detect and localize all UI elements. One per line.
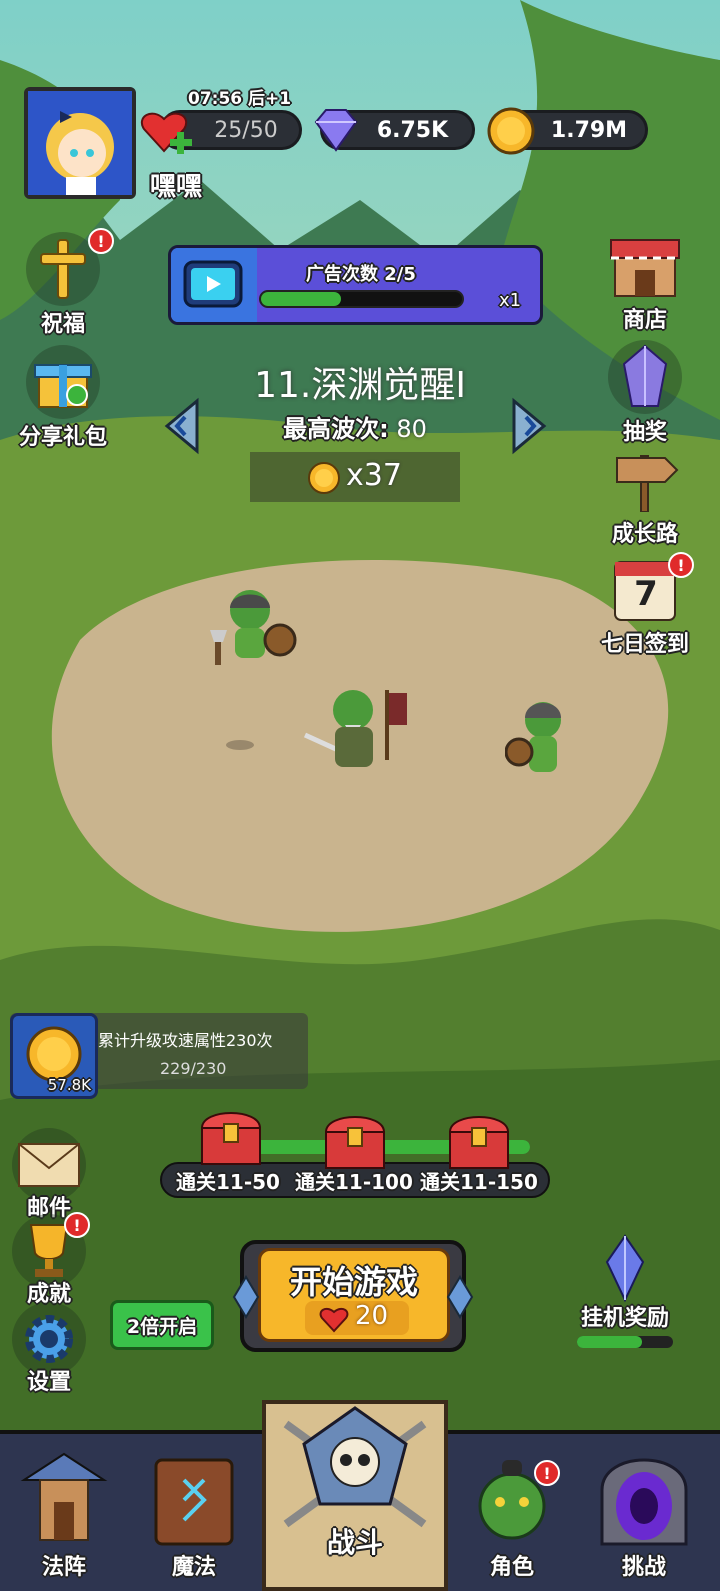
ad-video-icon-bg [171, 248, 257, 322]
start-right-gem-icon [446, 1275, 474, 1319]
envelope-icon [18, 1143, 80, 1187]
avatar-girl-icon [28, 91, 132, 195]
tower-icon [20, 1452, 108, 1541]
lottery-bg [608, 340, 682, 414]
signpost-icon [616, 455, 679, 513]
orc-chief-enemy[interactable] [295, 675, 410, 790]
stage-prev-arrow-icon[interactable] [163, 397, 201, 455]
double-open-button[interactable]: 2倍开启 [110, 1300, 214, 1350]
stage-title: 11.深渊觉醒I [254, 365, 466, 406]
orc-helmet-enemy[interactable] [505, 690, 580, 790]
stamina-value: 25/50 [214, 117, 278, 143]
double-open-label: 2倍开启 [126, 1315, 198, 1338]
gear-icon [25, 1315, 73, 1363]
lottery-label: 抽奖 [622, 420, 667, 445]
nav-formation[interactable]: 法阵 [4, 1440, 124, 1591]
growth-path-label: 成长路 [611, 522, 678, 547]
nav-character[interactable]: 角色 ! [452, 1440, 572, 1591]
settings-button[interactable]: 设置 [0, 1302, 104, 1396]
chest-1-icon[interactable] [196, 1104, 266, 1168]
quest-text: 累计升级攻速属性230次 [98, 1031, 273, 1050]
stage-coin-icon [308, 462, 340, 494]
achievement-alert-badge: ! [64, 1212, 90, 1238]
share-gift-bg [26, 345, 100, 419]
ad-progress-track [259, 290, 464, 308]
bless-label: 祝福 [40, 312, 85, 337]
nav-character-alert-badge: ! [534, 1460, 560, 1486]
idle-reward-button[interactable]: 挂机奖励 [565, 1232, 685, 1352]
start-game-button[interactable]: 开始游戏 20 [258, 1248, 450, 1342]
idle-progress-fill [577, 1336, 643, 1348]
share-gift-button[interactable]: 分享礼包 [8, 345, 118, 451]
player-name: 嘿嘿 [150, 172, 203, 202]
best-wave-value: 80 [396, 415, 427, 443]
seven-day-signin-button[interactable]: 7 七日签到 ! [590, 552, 700, 658]
quest-reward-box[interactable]: 57.8K [10, 1013, 98, 1099]
nav-magic-label: 魔法 [171, 1555, 216, 1580]
chest-2-label: 通关11-100 [295, 1170, 413, 1194]
seven-day-alert-badge: ! [668, 552, 694, 578]
start-game-label: 开始游戏 [289, 1263, 418, 1301]
game-scene: 嘿嘿 07:56 后+1 25/50 6.75K 1.79M 祝福 ! 分享礼包… [0, 0, 720, 1591]
stage-coin-reward: x37 [346, 458, 402, 493]
share-gift-label: 分享礼包 [18, 425, 107, 450]
nav-magic[interactable]: 魔法 [134, 1440, 254, 1591]
nav-challenge-label: 挑战 [621, 1555, 666, 1580]
orc-shield-enemy[interactable] [205, 580, 300, 680]
shop-icon [610, 239, 680, 297]
quest-progress: 229/230 [160, 1059, 227, 1078]
spellbook-icon [154, 1458, 234, 1546]
gold-coin-icon [487, 107, 535, 155]
best-wave-row: 最高波次: 80 [200, 409, 510, 444]
achievement-button[interactable]: 成就 ! [0, 1212, 104, 1308]
nav-character-label: 角色 [489, 1555, 534, 1580]
settings-label: 设置 [26, 1370, 71, 1395]
chest-3-icon[interactable] [444, 1108, 514, 1172]
calendar-number: 7 [634, 574, 658, 614]
shop-label: 商店 [622, 308, 667, 333]
bless-button[interactable]: 祝福 ! [8, 228, 118, 338]
start-left-gem-icon [232, 1275, 260, 1319]
lottery-button[interactable]: 抽奖 [590, 340, 700, 446]
quest-reward-value: 57.8K [47, 1076, 91, 1094]
ad-progress-fill [261, 292, 342, 306]
avatar[interactable] [24, 87, 136, 199]
best-wave-label: 最高波次: [283, 415, 389, 443]
nav-formation-label: 法阵 [41, 1555, 86, 1580]
start-cost-row: 20 [305, 1301, 409, 1335]
seven-day-label: 七日签到 [600, 632, 689, 657]
golden-cross-icon [40, 239, 86, 299]
bless-alert-badge: ! [88, 228, 114, 254]
idle-reward-label: 挂机奖励 [580, 1306, 669, 1331]
gift-box-icon [34, 364, 92, 408]
start-heart-icon [319, 1307, 349, 1333]
growth-path-button[interactable]: 成长路 [590, 446, 700, 548]
chest-2-icon[interactable] [320, 1108, 390, 1172]
start-cost: 20 [355, 1301, 389, 1331]
heart-plus-icon[interactable] [140, 107, 194, 157]
ad-count-label: 广告次数 2/5 [306, 264, 416, 285]
video-play-icon [183, 260, 243, 308]
idle-progress-track [577, 1336, 673, 1348]
portal-icon [600, 1458, 688, 1546]
shop-button[interactable]: 商店 [590, 232, 700, 334]
gems-value: 6.75K [376, 117, 449, 143]
mail-button[interactable]: 邮件 [0, 1128, 104, 1222]
idle-crystal-icon [605, 1234, 645, 1303]
ad-watch-panel[interactable]: 广告次数 2/5 x1 [168, 245, 543, 325]
stamina-timer: 07:56 后+1 [188, 89, 292, 109]
gold-value: 1.79M [550, 117, 628, 143]
chest-1-label: 通关11-50 [176, 1170, 280, 1194]
stage-next-arrow-icon[interactable] [510, 397, 548, 455]
nav-battle-label: 战斗 [326, 1526, 383, 1559]
crystal-icon [622, 344, 668, 407]
diamond-icon [314, 109, 358, 152]
orc-head-icon [478, 1460, 546, 1540]
skull-swords-icon [283, 1406, 427, 1528]
chest-3-label: 通关11-150 [420, 1170, 538, 1194]
ad-multiplier: x1 [499, 290, 522, 311]
nav-battle[interactable]: 战斗 [262, 1400, 448, 1591]
nav-challenge[interactable]: 挑战 [584, 1440, 704, 1591]
